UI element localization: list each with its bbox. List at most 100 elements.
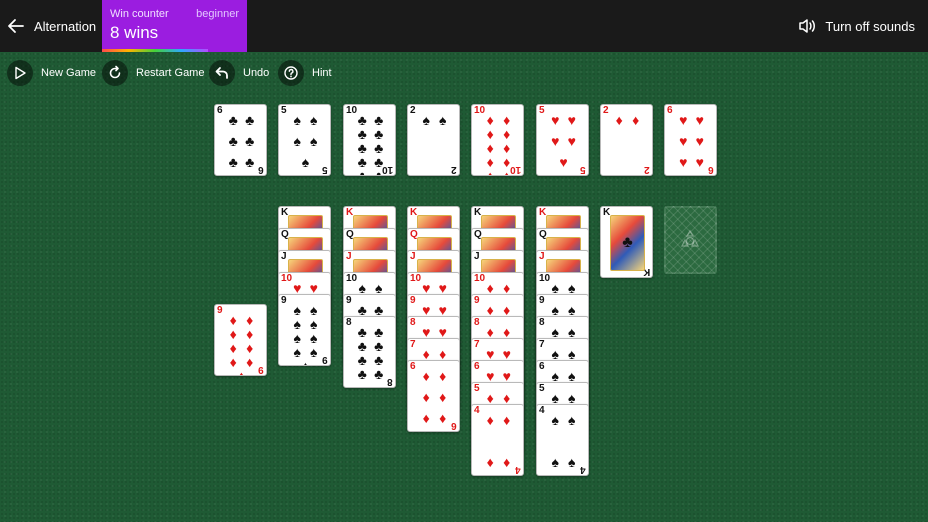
card-rank: 9 [410,295,416,306]
card-rank: 6 [474,361,480,372]
card-rank: 5 [474,383,480,394]
card-rank-bottom: 9 [258,364,264,375]
card-rank: 5 [281,105,287,116]
suit-pip: ♠ [358,280,366,296]
suit-pip: ♠ [310,302,318,318]
suit-pip: ♥ [679,112,688,128]
tableau-card[interactable]: 99♦♦♦♦♦♦♦♦♦ [214,304,267,376]
suit-pip: ♣ [357,366,367,382]
suit-pip: ♣ [357,154,367,170]
card-rank: 9 [346,295,352,306]
suit-pip: ♦ [503,154,511,170]
suit-pip: ♥ [559,154,568,170]
card-rank-bottom: 6 [708,164,714,175]
tableau-card[interactable]: 6 6 ♦ ♦ ♦ ♦ ♦ ♦ [407,360,460,432]
suit-pip: ♠ [301,154,310,170]
card-rank: 6 [217,105,223,116]
foundation-card[interactable]: 6 6 ♥ ♥ ♥ ♥ ♥ ♥ [664,104,717,176]
card-rank: 5 [539,105,545,116]
card-rank-bottom: 5 [322,164,328,175]
foundation-card[interactable]: 10 10 ♦ ♦ ♦ ♦ ♦ ♦ ♦ ♦ ♦ ♦ [471,104,524,176]
suit-pip: ♠ [293,133,301,149]
card-rank-bottom: 6 [451,420,457,431]
restart-game-button[interactable]: Restart Game [102,59,204,86]
hint-button[interactable]: Hint [278,59,332,86]
suit-pip: ♠ [310,344,318,360]
tableau-card[interactable]: 99♠♠♠♠♠♠♠♠♠ [278,294,331,366]
suit-pip: ♣ [357,140,367,156]
restart-game-label: Restart Game [136,66,205,79]
tableau-card[interactable]: KK♣ [600,206,653,278]
suit-pip: ♦ [503,126,511,142]
recycle-icon [680,229,700,247]
suit-pip: ♦ [503,112,511,128]
suit-pip: ♦ [486,168,494,176]
suit-pip: ♠ [568,324,576,340]
suit-pip: ♥ [551,112,560,128]
card-rank: J [539,251,545,262]
back-button[interactable]: Alternation [6,14,96,38]
card-rank-bottom: 4 [515,464,521,475]
suit-pip: ♥ [502,368,511,384]
tableau-card[interactable]: 4 4 ♦ ♦ ♦ ♦ [471,404,524,476]
suit-pip: ♥ [438,302,447,318]
suit-pip: ♦ [439,368,447,384]
card-rank: 6 [667,105,673,116]
suit-pip: ♠ [310,112,318,128]
suit-pip: ♥ [422,280,431,296]
card-pips: ♣ ♣ ♣ ♣ ♣ ♣ ♣ ♣ ♣ ♣ [354,113,387,175]
card-rank: 9 [217,305,223,316]
tableau-card[interactable]: 8 8 ♣ ♣ ♣ ♣ ♣ ♣ ♣ ♣ [343,316,396,388]
card-pips: ♦♦♦♦♦♦♦♦♦♦ [482,112,515,175]
card-rank: 8 [539,317,545,328]
stock-pile-empty[interactable] [664,206,717,274]
suit-pip: ♠ [568,346,576,362]
suit-pip: ♥ [551,133,560,149]
suit-pip: ♦ [246,326,254,342]
suit-pip: ♦ [486,454,494,470]
foundation-card[interactable]: 10 10 ♣ ♣ ♣ ♣ ♣ ♣ ♣ ♣ ♣ ♣ [343,104,396,176]
foundation-card[interactable]: 5 5 ♥ ♥ ♥ ♥ ♥ [536,104,589,176]
foundation-card[interactable]: 2 2 ♦ ♦ [600,104,653,176]
card-pips: ♣ ♣ ♣ ♣ ♣ ♣ ♣ ♣ [354,325,387,381]
suit-pip: ♣ [374,126,384,142]
suit-pip: ♥ [293,280,302,296]
card-rank: 4 [474,405,480,416]
suit-pip: ♠ [568,454,576,470]
suit-pip: ♠ [310,316,318,332]
suit-pip: ♣ [374,140,384,156]
suit-pip: ♣ [228,112,238,128]
suit-pip: ♣ [357,126,367,142]
difficulty-level: beginner [196,8,239,20]
card-pips: ♦ ♦ ♦ ♦ ♦ ♦ [418,369,451,425]
card-pips: ♣ ♣ ♣ ♣ ♣ ♣ [225,113,258,169]
suit-pip: ♥ [695,133,704,149]
tableau-card[interactable]: 4 4 ♠ ♠ ♠ ♠ [536,404,589,476]
card-rank: 8 [410,317,416,328]
foundation-card[interactable]: 2 2 ♠ ♠ [407,104,460,176]
suit-pip: ♣ [374,366,384,382]
suit-pip: ♦ [486,112,494,128]
sound-toggle-label: Turn off sounds [825,18,915,34]
suit-pip: ♠ [568,368,576,384]
suit-pip: ♠ [301,358,310,366]
suit-pip: ♠ [375,280,383,296]
sound-toggle-button[interactable]: Turn off sounds [797,14,915,38]
card-rank: 8 [474,317,480,328]
suit-pip: ♦ [486,126,494,142]
new-game-button[interactable]: New Game [7,59,96,86]
suit-pip: ♦ [422,389,430,405]
suit-pip: ♠ [293,302,301,318]
suit-pip: ♦ [246,340,254,356]
suit-pip: ♥ [486,346,495,362]
undo-button[interactable]: Undo [209,59,269,86]
suit-pip: ♠ [422,112,430,128]
foundation-card[interactable]: 5 5 ♠ ♠ ♠ ♠ ♠ [278,104,331,176]
undo-icon [209,59,235,86]
foundation-card[interactable]: 6 6 ♣ ♣ ♣ ♣ ♣ ♣ [214,104,267,176]
suit-pip: ♠ [310,133,318,149]
suit-pip: ♦ [503,168,511,176]
suit-pip: ♠ [568,280,576,296]
card-pips: ♠♠♠♠♠♠♠♠♠ [289,302,322,365]
card-rank-bottom: 8 [387,376,393,387]
